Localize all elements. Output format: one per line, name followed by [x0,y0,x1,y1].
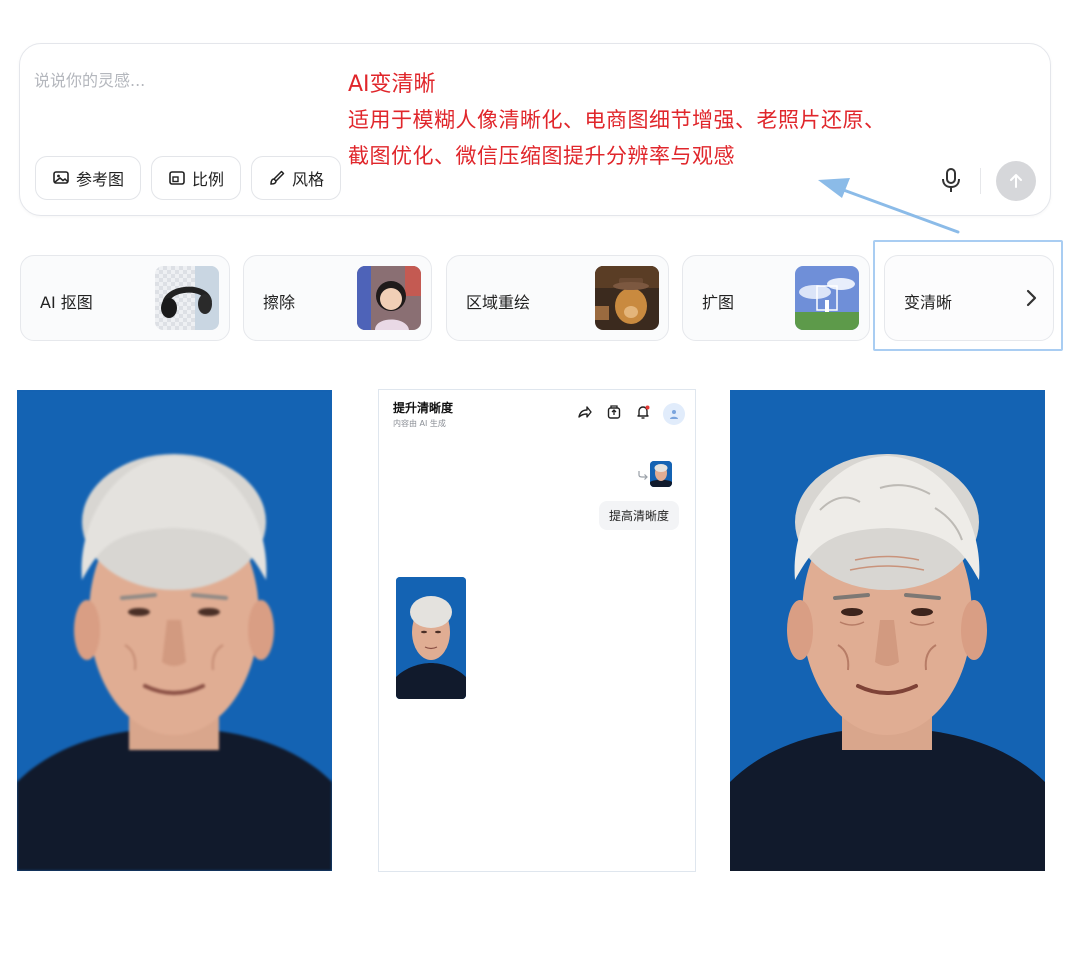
aspect-ratio-icon [169,171,185,185]
annotation-title: AI变清晰 [348,72,436,97]
send-button[interactable] [996,161,1036,201]
tool-region-repaint[interactable]: 区域重绘 [446,255,669,341]
tool-label: 区域重绘 [466,293,531,312]
user-avatar[interactable] [663,403,685,425]
aspect-ratio-button[interactable]: 比例 [151,156,241,200]
brush-icon [270,170,285,185]
chat-subtitle: 内容由 AI 生成 [393,419,446,428]
reference-image-button[interactable]: 参考图 [35,156,141,200]
before-photo [17,390,332,871]
divider [980,168,981,194]
girl-portrait-thumbnail [357,266,421,330]
tool-label: 擦除 [263,293,296,312]
chat-title: 提升清晰度 [393,401,454,415]
after-photo [730,390,1045,871]
prompt-placeholder[interactable]: 说说你的灵感... [34,67,145,91]
tool-erase[interactable]: 擦除 [243,255,432,341]
uploaded-photo-thumbnail[interactable] [650,461,672,487]
tool-ai-cutout[interactable]: AI 抠图 [20,255,230,341]
landscape-thumbnail [795,266,859,330]
annotation-line-1: 适用于模糊人像清晰化、电商图细节增强、老照片还原、 [348,108,886,132]
highlight-box [873,240,1063,351]
tool-label: 扩图 [702,293,735,312]
user-message-bubble: 提高清晰度 [599,501,680,530]
aspect-ratio-label: 比例 [191,170,224,189]
export-icon[interactable] [606,404,622,420]
reference-image-label: 参考图 [75,170,124,189]
microphone-icon[interactable] [938,166,964,194]
tool-label: AI 抠图 [40,293,93,312]
dog-thumbnail [595,266,659,330]
result-photo-thumbnail[interactable] [396,577,466,699]
style-label: 风格 [291,170,324,189]
image-reference-icon [53,171,69,184]
reply-icon [638,471,648,480]
phone-mockup: 提升清晰度 内容由 AI 生成 提高清晰度 [378,389,696,872]
arrow-up-icon [1010,174,1022,188]
bell-icon[interactable] [635,404,651,420]
share-icon[interactable] [577,404,593,420]
style-button[interactable]: 风格 [251,156,341,200]
headphones-thumbnail [155,266,219,330]
annotation-line-2: 截图优化、微信压缩图提升分辨率与观感 [348,144,735,168]
tool-expand-image[interactable]: 扩图 [682,255,870,341]
user-avatar-icon [670,410,678,419]
